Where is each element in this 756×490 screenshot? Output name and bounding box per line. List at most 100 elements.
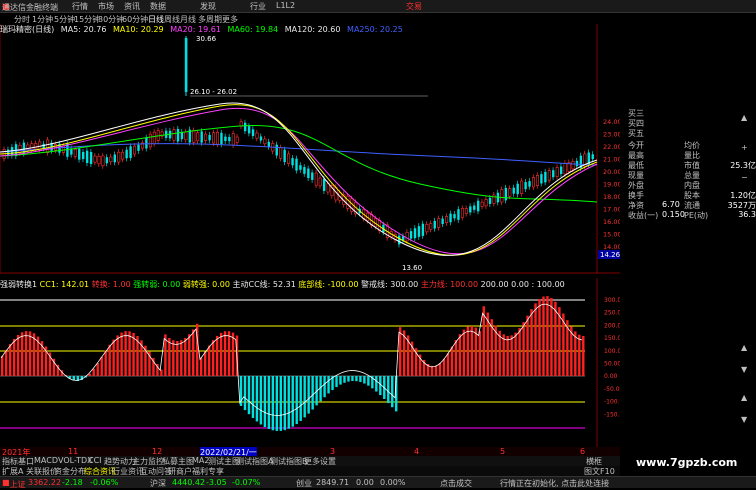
price-axis-label: 15.00 [603,231,620,239]
candle-body [552,170,555,178]
sh-index-pct: -0.06% [90,478,119,487]
candle-body [145,137,148,149]
indicator-bar [32,333,36,376]
click-trade[interactable]: 点击成交 [440,478,472,489]
tab-macd[interactable]: MACD [34,456,58,465]
candle-body [449,213,452,223]
indicator-bar [12,338,16,376]
candle-body [228,137,231,142]
quote-row-value: 6.70 [662,200,680,209]
menu-quotes[interactable]: 行情 [72,1,88,12]
candle-body [460,208,464,218]
quote-row: 今开 均价 [628,140,756,150]
indicator-bar [108,344,111,376]
scroll-down-icon: ▼ [741,415,748,424]
right-toolbar[interactable]: ▲ + − ▲ ▼ ▲ ▼ [739,110,751,440]
candle-body [129,146,132,158]
indicator-bar [299,376,302,421]
sh-index-value: 3362.22 [28,478,62,487]
menu-discover[interactable]: 发现 [200,1,216,12]
indicator-axis-label: 300.0 [604,297,620,304]
candle-body [453,214,456,219]
indicator-bar [351,376,354,382]
indicator-bar [474,327,478,376]
connection-status[interactable]: 行情正在初始化, 点击此处连接 [500,478,609,489]
candle-body [243,122,247,132]
candle-body [61,145,65,153]
candle-body [591,154,594,160]
indicator-bar [462,329,466,376]
menu-industry[interactable]: 行业 [250,1,266,12]
indicator-bar [4,349,8,376]
watermark: www.7gpzb.com [636,456,738,469]
quote-row: 最低 市值 25.3亿 [628,160,756,170]
indicator-bar [160,369,163,376]
candle-body [259,136,263,141]
candle-body [488,197,492,204]
kline-chart[interactable]: 30.66 26.10 - 26.02 13.60 24.00 23.00 22.0… [0,24,620,274]
quote-row: 现量 总量 [628,170,756,180]
quote-row: 最高 量比 [628,150,756,160]
ind-item-5: 底部线: -100.00 [298,280,359,289]
indicator-bar [203,351,207,376]
indicator-bar [28,331,32,376]
indicator-bar [279,376,282,431]
ma120-value: MA120: 20.60 [284,25,341,34]
sz-index-label[interactable]: 沪深 [150,478,166,489]
menu-news[interactable]: 资讯 [124,1,140,12]
candle-body [469,206,472,213]
tab-cci[interactable]: CCI [88,456,102,465]
candle-body [66,143,69,157]
cy-index-pct: 0.00% [380,478,406,487]
price-axis-label: 16.00 [603,218,620,226]
sh-index-label[interactable]: ■ 上证 [2,478,26,489]
candle-body [101,155,105,167]
indicator-bar [399,327,402,376]
ind-item-2: 强转弱: 0.00 [133,280,181,289]
menu-data[interactable]: 数据 [150,1,166,12]
indicator-bar [367,376,370,386]
indicator-bar [518,328,521,376]
candle-body [109,156,113,163]
plus-icon: + [741,143,748,152]
indicator-bar [200,357,203,376]
candle-body [303,167,306,174]
candle-body [425,224,429,233]
indicator-axis-label: 0.00 [604,373,618,380]
price-axis-label: 19.00 [603,181,620,189]
indicator-bar [223,331,227,376]
candle-body [524,182,527,190]
ind-item-8: 200.00 [480,280,509,289]
indicator-chart[interactable]: 300.0 250.0 200.0 150.0 100.0 50.00 0.00 -50.00… [0,278,620,448]
menu-l1l2[interactable]: L1L2 [276,1,295,10]
candle-body [78,148,81,160]
indicator-bar [454,340,458,376]
candle-body [544,171,547,183]
candle-body [504,187,508,201]
indicator-bar [458,334,462,376]
price-axis-label: 24.00 [603,118,620,126]
menu-market[interactable]: 市场 [98,1,114,12]
quote-panel: 买三 买四 买五 今开 均价 最高 量比 最低 市值 25.3亿 现量 总量 外盘 内盘 换手 股本 1.… [622,100,756,260]
indicator-name[interactable]: 强弱转换1 [0,280,37,289]
candle-body [429,223,433,230]
candle-body [457,209,460,220]
candle-body [571,161,575,170]
quote-row-label: 收益(一) [628,211,659,220]
candle-body [212,132,216,144]
indicator-bar [243,376,247,411]
indicator-bar [116,335,119,376]
ma5-value: MA5: 20.76 [60,25,107,34]
candle-body [184,38,188,92]
candle-body [176,128,180,142]
indicator-bar [104,350,107,376]
buy5-label: 买五 [628,129,644,138]
trade-button[interactable]: 交易 [406,1,422,12]
candle-body [34,143,38,150]
tab-ma2[interactable]: MA2 [192,456,209,465]
cy-index-label[interactable]: 创业 [296,478,312,489]
price-axis-label: 17.00 [603,206,620,214]
candle-body [528,181,531,187]
candle-body [279,147,283,159]
indicator-bar [375,376,378,392]
